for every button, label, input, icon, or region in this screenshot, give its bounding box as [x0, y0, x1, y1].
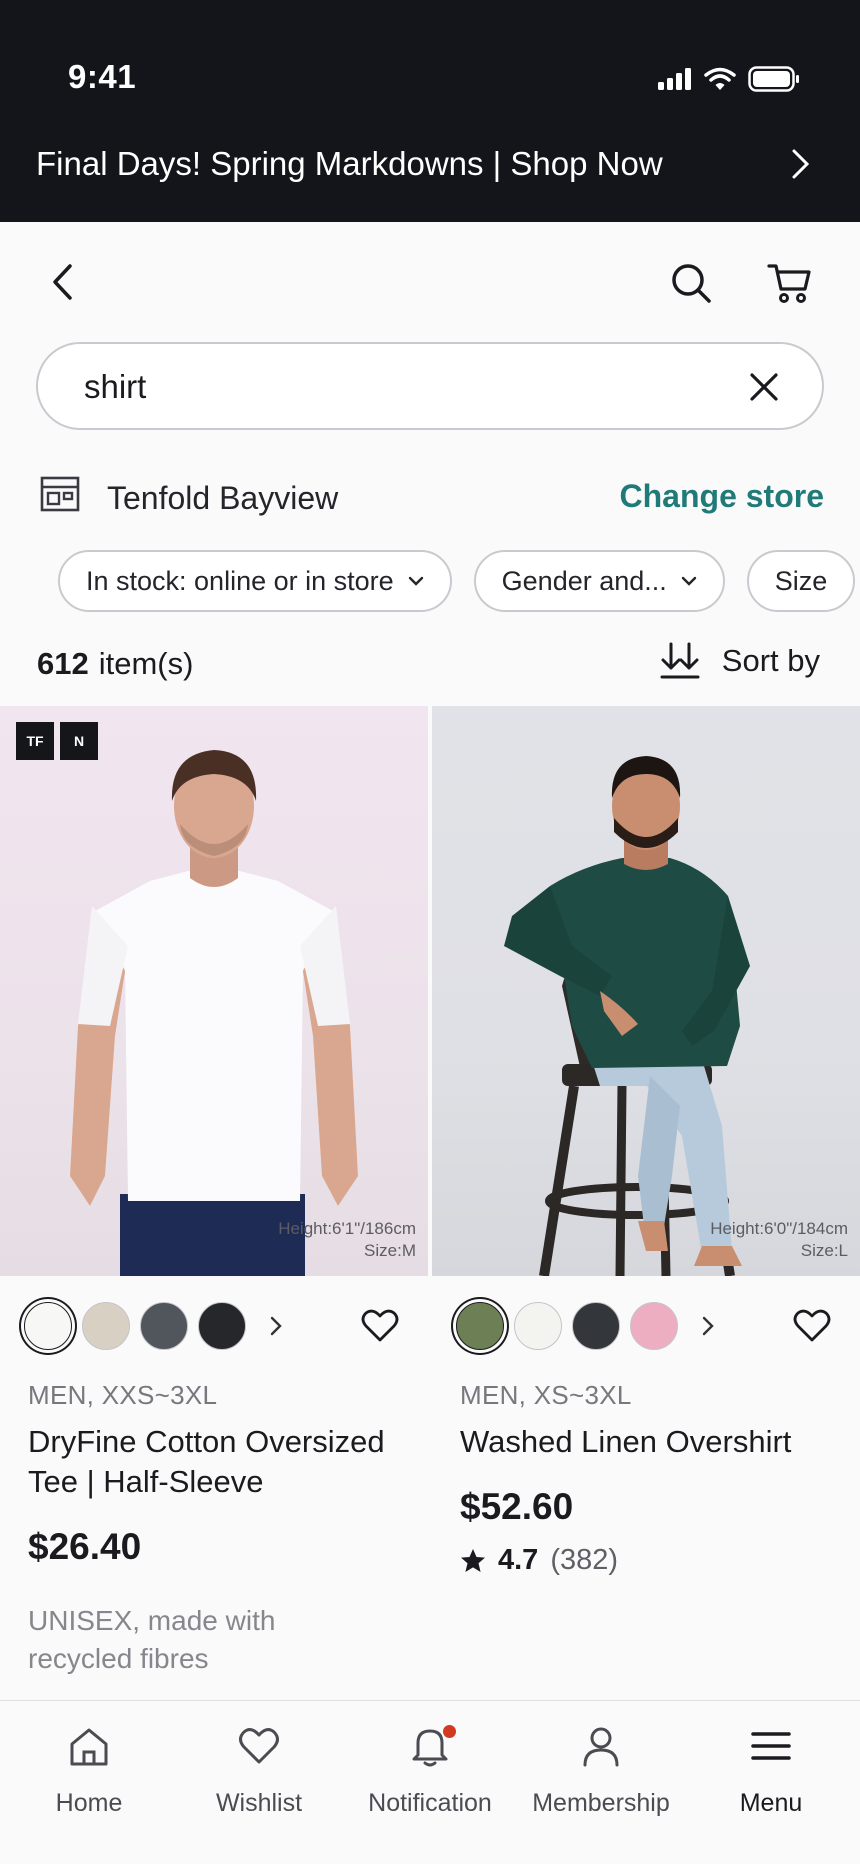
product-name[interactable]: Washed Linen Overshirt [460, 1422, 845, 1462]
search-icon [672, 264, 711, 303]
results-bar: 612 item(s) Sort by [0, 636, 860, 692]
filter-chips: In stock: online or in store Gender and.… [58, 550, 856, 612]
home-icon [70, 1728, 108, 1766]
star-icon [461, 1549, 485, 1572]
more-colors-chevron-icon[interactable] [262, 1315, 290, 1337]
product-price: $26.40 [28, 1526, 142, 1567]
color-swatch[interactable] [514, 1302, 562, 1350]
model-photo-linen-overshirt [504, 756, 750, 1276]
color-swatches [24, 1302, 290, 1350]
status-time: 9:41 [68, 58, 137, 95]
model-info: Height:6'1"/186cm Size:M [278, 1218, 416, 1262]
chevron-left-icon [53, 264, 72, 300]
nav-notification[interactable]: Notification [344, 1721, 516, 1818]
nav-home[interactable]: Home [3, 1721, 175, 1818]
filter-chip-stock[interactable]: In stock: online or in store [58, 550, 452, 612]
product-card[interactable]: Height:6'0"/184cm Size:L MEN, XS~3XL Was… [432, 706, 860, 1576]
model-height: Height:6'0"/184cm [710, 1219, 848, 1238]
filter-chip-size[interactable]: Size [746, 550, 856, 612]
color-swatch[interactable] [140, 1302, 188, 1350]
menu-icon [751, 1732, 791, 1760]
review-count: (382) [550, 1544, 619, 1576]
color-swatch[interactable] [24, 1302, 72, 1350]
color-swatch[interactable] [198, 1302, 246, 1350]
store-name: Tenfold Bayview [107, 480, 339, 516]
app-header [0, 222, 860, 340]
sort-icon [660, 642, 700, 679]
product-description: UNISEX, made with recycled fibres [28, 1605, 276, 1674]
model-info: Height:6'0"/184cm Size:L [710, 1218, 848, 1262]
product-name[interactable]: DryFine Cotton Oversized Tee | Half-Slee… [28, 1422, 413, 1502]
wishlist-button[interactable] [790, 1304, 834, 1348]
model-height: Height:6'1"/186cm [278, 1219, 416, 1238]
status-icons [658, 66, 800, 92]
cart-icon [767, 264, 811, 303]
store-selector: Tenfold Bayview Change store [0, 470, 860, 526]
nav-menu-label: Menu [739, 1789, 803, 1817]
back-button[interactable] [40, 260, 84, 304]
product-image[interactable]: Height:6'0"/184cm Size:L [432, 706, 860, 1276]
signal-icon [658, 68, 691, 90]
color-swatch[interactable] [572, 1302, 620, 1350]
wishlist-button[interactable] [358, 1304, 402, 1348]
filter-chip-label: In stock: online or in store [86, 565, 394, 596]
filter-chip-label: Size [774, 565, 828, 596]
chevron-down-icon [681, 576, 696, 586]
nav-home-label: Home [55, 1789, 123, 1817]
product-image[interactable]: TF N Height:6'1"/186cm Size:M [0, 706, 428, 1276]
color-swatch[interactable] [456, 1302, 504, 1350]
nav-membership-label: Membership [532, 1789, 670, 1817]
nav-notification-label: Notification [368, 1789, 492, 1817]
sort-button[interactable]: Sort by [660, 642, 820, 680]
top-banner: 9:41 Final Days! Spring Markdowns | Shop… [0, 0, 860, 222]
product-badges: TF N [16, 722, 98, 760]
cart-button[interactable] [765, 260, 815, 306]
model-photo-white-tee [70, 750, 358, 1276]
notification-dot [443, 1725, 456, 1738]
clear-search-button[interactable] [746, 369, 782, 405]
close-icon [750, 373, 778, 401]
bottom-nav: Home Wishlist Notification Membership Me… [0, 1700, 860, 1864]
product-meta: MEN, XXS~3XL [28, 1380, 218, 1410]
nav-membership[interactable]: Membership [515, 1721, 687, 1818]
search-button[interactable] [668, 260, 714, 306]
search-input[interactable]: shirt [36, 342, 824, 430]
user-icon [583, 1727, 619, 1767]
product-rating: 4.7 (382) [460, 1544, 618, 1577]
product-meta: MEN, XS~3XL [460, 1380, 632, 1410]
model-size: Size:M [364, 1241, 416, 1260]
model-size: Size:L [800, 1241, 848, 1260]
chevron-down-icon [408, 576, 423, 586]
wifi-icon [704, 67, 736, 90]
results-count: 612 item(s) [37, 646, 193, 682]
sort-label: Sort by [721, 643, 820, 678]
more-colors-chevron-icon[interactable] [694, 1315, 722, 1337]
nav-wishlist[interactable]: Wishlist [173, 1721, 345, 1818]
battery-icon [748, 66, 799, 92]
nav-wishlist-label: Wishlist [215, 1789, 303, 1817]
heart-icon [239, 1728, 279, 1764]
results-count-suffix: item(s) [98, 646, 194, 681]
color-swatch[interactable] [630, 1302, 678, 1350]
rating-score: 4.7 [498, 1544, 539, 1576]
heart-icon [361, 1309, 399, 1342]
filter-chip-label: Gender and... [501, 565, 667, 596]
color-swatch[interactable] [82, 1302, 130, 1350]
chevron-right-icon[interactable] [790, 148, 812, 185]
search-query[interactable]: shirt [84, 368, 146, 406]
filter-chip-gender[interactable]: Gender and... [473, 550, 725, 612]
nav-menu[interactable]: Menu [685, 1721, 857, 1818]
results-count-number: 612 [37, 646, 89, 681]
store-icon [40, 476, 80, 517]
badge-new: N [60, 722, 98, 760]
badge-tf: TF [16, 722, 54, 760]
color-swatches [456, 1302, 722, 1350]
promo-banner-text[interactable]: Final Days! Spring Markdowns | Shop Now [36, 145, 663, 183]
product-price: $52.60 [460, 1486, 574, 1527]
product-card[interactable]: TF N Height:6'1"/186cm Size:M MEN, XXS~3… [0, 706, 428, 1674]
change-store-link[interactable]: Change store [620, 478, 824, 515]
heart-icon [793, 1309, 831, 1342]
